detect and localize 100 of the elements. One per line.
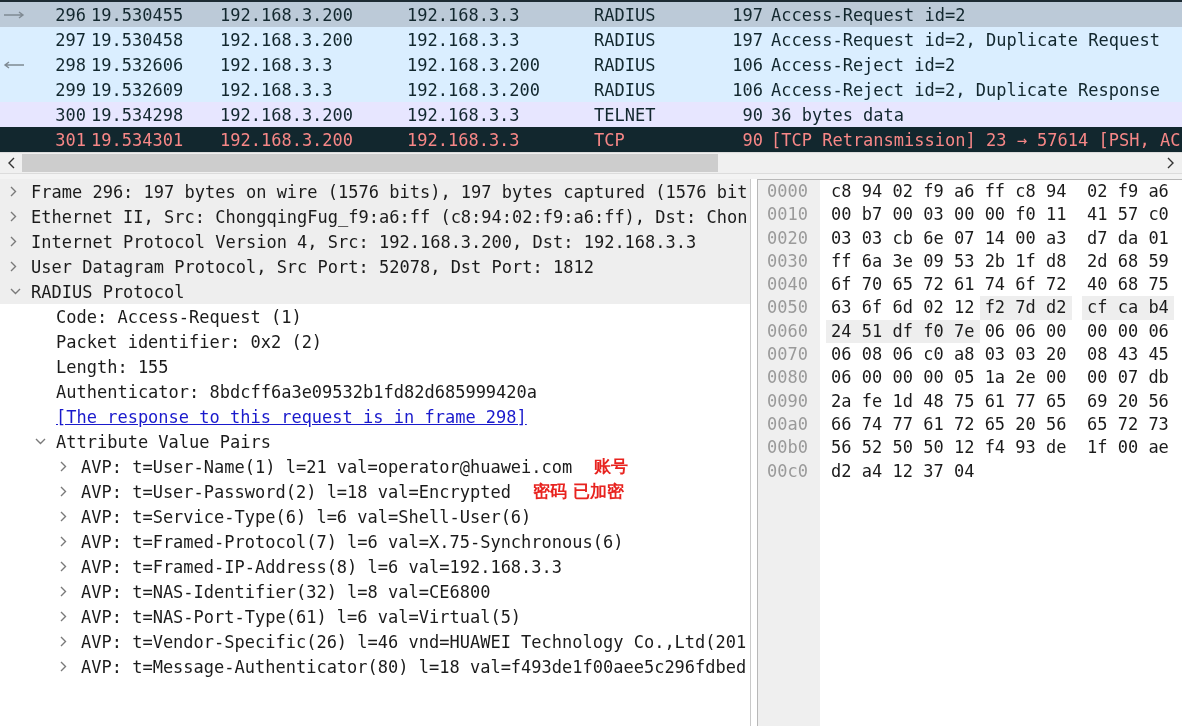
chevron-down-icon[interactable] <box>35 438 46 445</box>
hex-byte[interactable]: ca <box>1112 296 1144 320</box>
hex-byte[interactable]: 20 <box>1040 343 1072 367</box>
hex-byte[interactable]: ae <box>1143 436 1174 460</box>
hex-byte[interactable]: cf <box>1081 296 1113 320</box>
hex-byte[interactable]: a6 <box>1143 180 1174 204</box>
hex-byte[interactable]: 45 <box>1143 343 1174 367</box>
hex-byte[interactable]: f0 <box>1010 203 1041 227</box>
hex-byte[interactable]: 12 <box>887 459 919 483</box>
hex-byte[interactable]: f9 <box>918 180 949 204</box>
hex-byte[interactable]: 03 <box>826 226 857 250</box>
hex-byte[interactable]: d8 <box>1040 249 1072 274</box>
hex-byte[interactable]: 02 <box>918 296 949 320</box>
hex-byte[interactable]: 24 <box>826 319 857 344</box>
hex-byte[interactable]: b7 <box>856 203 888 227</box>
chevron-right-icon[interactable] <box>60 461 67 472</box>
hex-byte[interactable]: 00 <box>1081 319 1113 344</box>
hex-byte[interactable]: 50 <box>918 436 949 460</box>
hex-byte[interactable]: 06 <box>826 343 857 367</box>
hex-byte[interactable]: 6e <box>918 226 949 250</box>
hex-byte[interactable]: 06 <box>887 343 919 367</box>
hex-byte[interactable]: 40 <box>1081 273 1113 297</box>
chevron-right-icon[interactable] <box>60 611 67 622</box>
hex-byte[interactable]: f2 <box>979 296 1011 320</box>
hex-byte[interactable]: 05 <box>948 366 980 390</box>
hex-byte[interactable]: fe <box>856 389 888 413</box>
hex-byte[interactable]: 48 <box>918 389 949 413</box>
hex-byte[interactable]: 68 <box>1112 273 1144 297</box>
hex-byte[interactable]: 70 <box>856 273 888 297</box>
packet-row[interactable]: 300 19.534298 192.168.3.200 192.168.3.3 TELNET 90 36 bytes data <box>0 102 1182 127</box>
hex-byte[interactable]: ff <box>979 180 1011 204</box>
hex-byte[interactable]: 77 <box>887 412 919 437</box>
hex-byte[interactable]: 00 <box>887 366 919 390</box>
tree-item[interactable]: AVP: t=Service-Type(6) l=6 val=Shell-User(6) <box>81 506 532 527</box>
hex-byte[interactable]: 08 <box>856 343 888 367</box>
hex-byte[interactable]: 00 <box>948 203 980 227</box>
hex-byte[interactable]: 75 <box>1143 273 1174 297</box>
hex-byte[interactable]: 06 <box>1143 319 1174 344</box>
hex-byte[interactable]: 1a <box>979 366 1011 390</box>
hex-byte[interactable]: 72 <box>948 412 980 437</box>
hex-byte[interactable]: 2a <box>826 389 857 413</box>
hex-byte[interactable]: 1f <box>1010 249 1041 274</box>
tree-item[interactable]: AVP: t=NAS-Identifier(32) l=8 val=CE6800 <box>81 581 491 602</box>
hex-byte[interactable]: 37 <box>918 459 949 483</box>
hex-byte[interactable]: 61 <box>948 273 980 297</box>
hex-byte[interactable]: f4 <box>979 436 1011 460</box>
hex-byte[interactable]: 6f <box>1010 273 1041 297</box>
hex-byte[interactable]: 56 <box>1143 389 1174 413</box>
scroll-right-icon[interactable] <box>1167 157 1175 169</box>
hex-byte[interactable]: 61 <box>979 389 1011 413</box>
chevron-right-icon[interactable] <box>60 536 67 547</box>
chevron-right-icon[interactable] <box>60 511 67 522</box>
hex-byte[interactable]: 7e <box>948 319 980 344</box>
horizontal-scrollbar[interactable] <box>0 152 1182 174</box>
hex-byte[interactable]: 20 <box>1112 389 1144 413</box>
hex-byte[interactable]: 6a <box>856 249 888 274</box>
hex-byte[interactable]: d7 <box>1081 226 1113 250</box>
scrollbar-thumb[interactable] <box>22 154 718 172</box>
hex-byte[interactable]: 2d <box>1081 249 1113 274</box>
hex-byte[interactable]: 12 <box>948 436 980 460</box>
tree-item[interactable]: Code: Access-Request (1) <box>56 306 302 327</box>
tree-item[interactable]: Packet identifier: 0x2 (2) <box>56 331 323 352</box>
hex-byte[interactable]: 03 <box>918 203 949 227</box>
hex-byte[interactable]: 07 <box>948 226 980 250</box>
hex-byte[interactable]: b4 <box>1143 296 1174 320</box>
hex-byte[interactable]: 00 <box>1040 319 1072 344</box>
hex-byte[interactable]: 07 <box>1112 366 1144 390</box>
hex-byte[interactable]: 03 <box>856 226 888 250</box>
hex-byte[interactable]: 06 <box>979 319 1011 344</box>
hex-byte[interactable]: 57 <box>1112 203 1144 227</box>
hex-byte[interactable]: f9 <box>1112 180 1144 204</box>
hex-byte[interactable]: 6f <box>856 296 888 320</box>
hex-byte[interactable]: 00 <box>1112 319 1144 344</box>
hex-byte[interactable]: a8 <box>948 343 980 367</box>
chevron-right-icon[interactable] <box>60 486 67 497</box>
hex-byte[interactable]: 61 <box>918 412 949 437</box>
hex-byte[interactable]: a3 <box>1040 226 1072 250</box>
hex-byte[interactable]: 03 <box>1010 343 1041 367</box>
hex-byte[interactable]: 09 <box>918 249 949 274</box>
packet-row[interactable]: 296 19.530455 192.168.3.200 192.168.3.3 RADIUS 197 Access-Request id=2 <box>0 2 1182 27</box>
hex-byte[interactable]: 6f <box>826 273 857 297</box>
hex-byte[interactable]: 3e <box>887 249 919 274</box>
hex-byte[interactable]: 01 <box>1143 226 1174 250</box>
hex-byte[interactable]: 56 <box>1040 412 1072 437</box>
tree-item[interactable]: AVP: t=Message-Authenticator(80) l=18 val=f493de1f00aee5c296fdbed <box>81 656 747 677</box>
hex-byte[interactable]: a6 <box>948 180 980 204</box>
hex-byte[interactable]: db <box>1143 366 1174 390</box>
hex-byte[interactable]: 04 <box>948 459 980 483</box>
chevron-right-icon[interactable] <box>60 586 67 597</box>
hex-byte[interactable]: ff <box>826 249 857 274</box>
packet-row[interactable]: 299 19.532609 192.168.3.3 192.168.3.200 RADIUS 106 Access-Reject id=2, Duplicate Response <box>0 77 1182 102</box>
chevron-down-icon[interactable] <box>10 288 21 295</box>
hex-byte[interactable]: 06 <box>1010 319 1041 344</box>
hex-byte[interactable]: 1f <box>1081 436 1113 460</box>
hex-byte[interactable]: 65 <box>1040 389 1072 413</box>
hex-byte[interactable]: 93 <box>1010 436 1041 460</box>
hex-byte[interactable]: 00 <box>979 203 1011 227</box>
hex-byte[interactable]: 00 <box>856 366 888 390</box>
tree-item[interactable]: Length: 155 <box>56 356 169 377</box>
tree-item[interactable]: Authenticator: 8bdcff6a3e09532b1fd82d685999420a <box>56 381 538 402</box>
